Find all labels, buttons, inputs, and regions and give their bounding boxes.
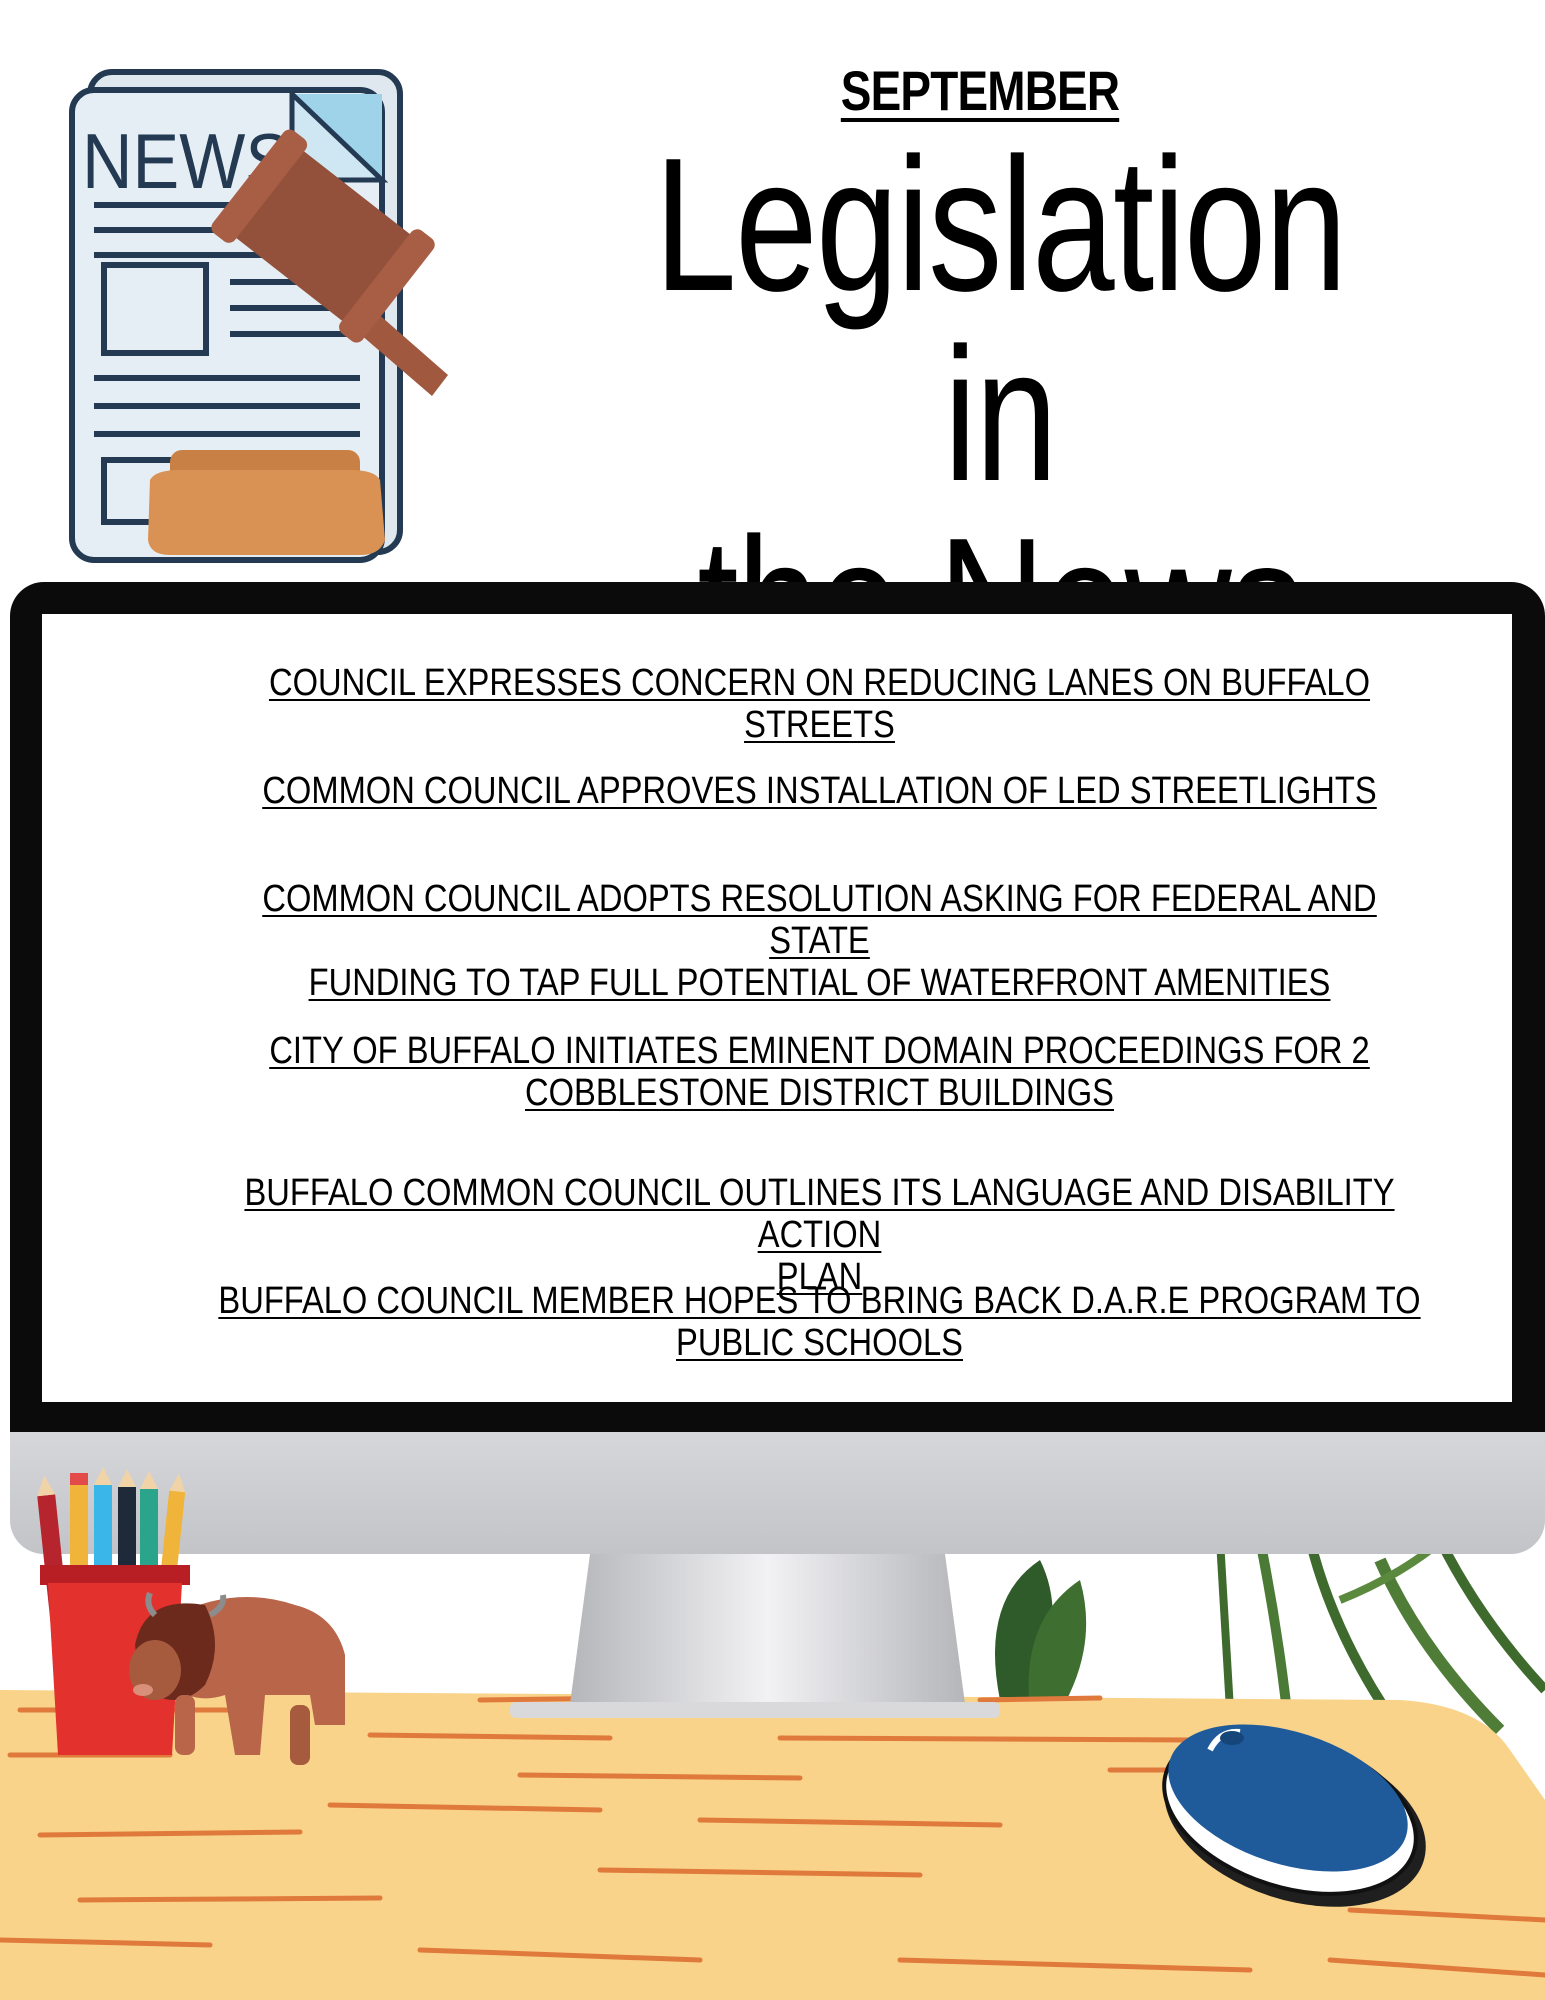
headline-line: PUBLIC SCHOOLS [676,1322,963,1364]
monitor-screen: COUNCIL EXPRESSES CONCERN ON REDUCING LA… [42,614,1512,1402]
headline-line: BUFFALO COMMON COUNCIL OUTLINES ITS LANG… [244,1172,1395,1256]
headline-line: FUNDING TO TAP FULL POTENTIAL OF WATERFR… [308,962,1331,1004]
month-heading: SEPTEMBER [840,59,1120,122]
headline-1[interactable]: COUNCIL EXPRESSES CONCERN ON REDUCING LA… [211,662,1428,746]
headline-link[interactable]: BUFFALO COUNCIL MEMBER HOPES TO BRING BA… [218,1280,1420,1364]
headline-link[interactable]: COUNCIL EXPRESSES CONCERN ON REDUCING LA… [269,662,1370,746]
headline-line: COMMON COUNCIL ADOPTS RESOLUTION ASKING … [262,878,1377,962]
headline-line: BUFFALO COUNCIL MEMBER HOPES TO BRING BA… [218,1280,1421,1322]
news-gavel-illustration: NEWS [69,69,448,563]
headline-2[interactable]: COMMON COUNCIL APPROVES INSTALLATION OF … [211,770,1428,812]
monitor-chin [10,1432,1545,1554]
headline-4[interactable]: CITY OF BUFFALO INITIATES EMINENT DOMAIN… [211,1030,1428,1114]
headline-6[interactable]: BUFFALO COUNCIL MEMBER HOPES TO BRING BA… [211,1280,1428,1364]
headline-link[interactable]: CITY OF BUFFALO INITIATES EMINENT DOMAIN… [269,1030,1369,1114]
headline-link[interactable]: COMMON COUNCIL APPROVES INSTALLATION OF … [262,770,1376,812]
headline-line: COBBLESTONE DISTRICT BUILDINGS [525,1072,1114,1114]
headline-3[interactable]: COMMON COUNCIL ADOPTS RESOLUTION ASKING … [211,878,1428,1004]
headline-link[interactable]: COMMON COUNCIL ADOPTS RESOLUTION ASKING … [262,878,1376,1004]
computer-mouse-illustration [1162,1724,1426,1907]
bison-figure [129,1591,345,1765]
headline-line: CITY OF BUFFALO INITIATES EMINENT DOMAIN… [269,1030,1370,1072]
monitor-stand [510,1554,1000,1718]
title-line-1: Legislation in [654,119,1347,521]
